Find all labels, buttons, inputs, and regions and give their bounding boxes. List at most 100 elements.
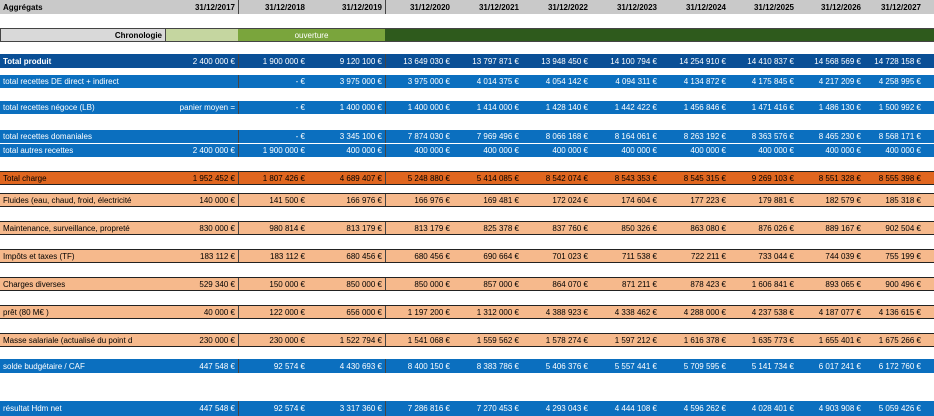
year-header-2021[interactable]: 31/12/2021	[453, 0, 522, 14]
table-cell[interactable]: 8 568 171 €	[864, 130, 924, 143]
year-header-2026[interactable]: 31/12/2026	[797, 0, 864, 14]
table-cell[interactable]: 183 112 €	[166, 250, 238, 262]
table-cell[interactable]: - €	[238, 130, 308, 143]
table-cell[interactable]: 4 444 108 €	[591, 401, 660, 416]
table-cell[interactable]: 850 326 €	[591, 222, 660, 234]
table-cell[interactable]: 3 345 100 €	[308, 130, 385, 143]
table-cell[interactable]: 871 211 €	[591, 278, 660, 290]
table-cell[interactable]: 2 400 000 €	[166, 54, 238, 68]
year-header-2017[interactable]: 31/12/2017	[166, 0, 238, 14]
table-cell[interactable]: 7 270 453 €	[453, 401, 522, 416]
table-cell[interactable]: 13 948 450 €	[522, 54, 591, 68]
year-header-2025[interactable]: 31/12/2025	[729, 0, 797, 14]
table-cell[interactable]: 400 000 €	[522, 144, 591, 157]
table-cell[interactable]: 1 900 000 €	[238, 54, 308, 68]
table-cell[interactable]: 92 574 €	[238, 401, 308, 416]
table-cell[interactable]: 14 100 794 €	[591, 54, 660, 68]
table-cell[interactable]: 1 675 266 €	[864, 334, 924, 346]
table-cell[interactable]: 122 000 €	[238, 306, 308, 318]
table-cell[interactable]: 1 807 426 €	[238, 172, 308, 184]
table-cell[interactable]: 7 969 496 €	[453, 130, 522, 143]
table-cell[interactable]: 4 175 845 €	[729, 75, 797, 88]
table-cell[interactable]	[166, 75, 238, 88]
table-cell[interactable]: 8 383 786 €	[453, 359, 522, 373]
table-cell[interactable]: 1 616 378 €	[660, 334, 729, 346]
table-cell[interactable]: 5 406 376 €	[522, 359, 591, 373]
table-cell[interactable]: 1 400 000 €	[385, 101, 453, 114]
table-cell[interactable]: 5 059 426 €	[864, 401, 924, 416]
table-cell[interactable]: 8 551 328 €	[797, 172, 864, 184]
table-cell[interactable]: 1 471 416 €	[729, 101, 797, 114]
chronology-later-years[interactable]	[385, 28, 934, 42]
table-cell[interactable]: 4 014 375 €	[453, 75, 522, 88]
table-cell[interactable]: 4 288 000 €	[660, 306, 729, 318]
table-cell[interactable]: 825 378 €	[453, 222, 522, 234]
table-cell[interactable]: 8 465 230 €	[797, 130, 864, 143]
table-cell[interactable]: 1 655 401 €	[797, 334, 864, 346]
table-cell[interactable]: 166 976 €	[308, 194, 385, 206]
table-cell[interactable]: 14 728 158 €	[864, 54, 924, 68]
table-cell[interactable]: 169 481 €	[453, 194, 522, 206]
table-cell[interactable]: 1 635 773 €	[729, 334, 797, 346]
row-label[interactable]: Total produit	[0, 54, 166, 68]
row-label[interactable]: total autres recettes	[0, 144, 166, 157]
row-label[interactable]: total recettes DE direct + indirect	[0, 75, 166, 88]
table-cell[interactable]: 1 486 130 €	[797, 101, 864, 114]
year-header-2023[interactable]: 31/12/2023	[591, 0, 660, 14]
chronology-label[interactable]: Chronologie	[0, 28, 166, 42]
row-label[interactable]: solde budgétaire / CAF	[0, 359, 166, 373]
table-cell[interactable]: 3 975 000 €	[308, 75, 385, 88]
table-cell[interactable]: 837 760 €	[522, 222, 591, 234]
table-cell[interactable]: 14 410 837 €	[729, 54, 797, 68]
row-label[interactable]: total recettes négoce (LB)	[0, 101, 166, 114]
table-cell[interactable]: 8 066 168 €	[522, 130, 591, 143]
table-cell[interactable]: 40 000 €	[166, 306, 238, 318]
row-label[interactable]: résultat Hdm net	[0, 401, 166, 416]
table-cell[interactable]: 177 223 €	[660, 194, 729, 206]
table-cell[interactable]: 1 606 841 €	[729, 278, 797, 290]
table-cell[interactable]: 8 400 150 €	[385, 359, 453, 373]
table-cell[interactable]: 4 338 462 €	[591, 306, 660, 318]
row-label[interactable]: Fluides (eau, chaud, froid, électricité	[0, 194, 166, 206]
table-cell[interactable]: 4 237 538 €	[729, 306, 797, 318]
table-cell[interactable]: 878 423 €	[660, 278, 729, 290]
table-cell[interactable]: 7 874 030 €	[385, 130, 453, 143]
table-cell[interactable]: 400 000 €	[864, 144, 924, 157]
table-cell[interactable]: 893 065 €	[797, 278, 864, 290]
table-cell[interactable]: 813 179 €	[308, 222, 385, 234]
table-cell[interactable]: 3 975 000 €	[385, 75, 453, 88]
table-cell[interactable]: 1 541 068 €	[385, 334, 453, 346]
row-label[interactable]: prêt (80 M€ )	[0, 306, 166, 318]
table-cell[interactable]: 4 187 077 €	[797, 306, 864, 318]
table-cell[interactable]: 1 312 000 €	[453, 306, 522, 318]
table-cell[interactable]: 755 199 €	[864, 250, 924, 262]
row-label[interactable]: total recettes domaniales	[0, 130, 166, 143]
table-cell[interactable]: 447 548 €	[166, 401, 238, 416]
table-cell[interactable]: 400 000 €	[453, 144, 522, 157]
table-cell[interactable]: 3 317 360 €	[308, 401, 385, 416]
table-cell[interactable]: 1 952 452 €	[166, 172, 238, 184]
table-cell[interactable]: 13 797 871 €	[453, 54, 522, 68]
table-cell[interactable]: 230 000 €	[238, 334, 308, 346]
table-cell[interactable]: 1 900 000 €	[238, 144, 308, 157]
table-cell[interactable]: 400 000 €	[591, 144, 660, 157]
table-cell[interactable]: 876 026 €	[729, 222, 797, 234]
year-header-2020[interactable]: 31/12/2020	[385, 0, 453, 14]
table-cell[interactable]: 980 814 €	[238, 222, 308, 234]
table-cell[interactable]: 8 164 061 €	[591, 130, 660, 143]
table-cell[interactable]: 744 039 €	[797, 250, 864, 262]
table-cell[interactable]: 8 363 576 €	[729, 130, 797, 143]
table-cell[interactable]: 680 456 €	[385, 250, 453, 262]
table-cell[interactable]: 8 543 353 €	[591, 172, 660, 184]
table-cell[interactable]: 14 254 910 €	[660, 54, 729, 68]
year-header-2024[interactable]: 31/12/2024	[660, 0, 729, 14]
table-cell[interactable]: 1 559 562 €	[453, 334, 522, 346]
table-cell[interactable]: 13 649 030 €	[385, 54, 453, 68]
table-cell[interactable]: 2 400 000 €	[166, 144, 238, 157]
table-cell[interactable]: 174 604 €	[591, 194, 660, 206]
table-cell[interactable]: 5 248 880 €	[385, 172, 453, 184]
table-cell[interactable]: 680 456 €	[308, 250, 385, 262]
table-cell[interactable]: 8 542 074 €	[522, 172, 591, 184]
table-cell[interactable]: 185 318 €	[864, 194, 924, 206]
table-cell[interactable]: 4 689 407 €	[308, 172, 385, 184]
